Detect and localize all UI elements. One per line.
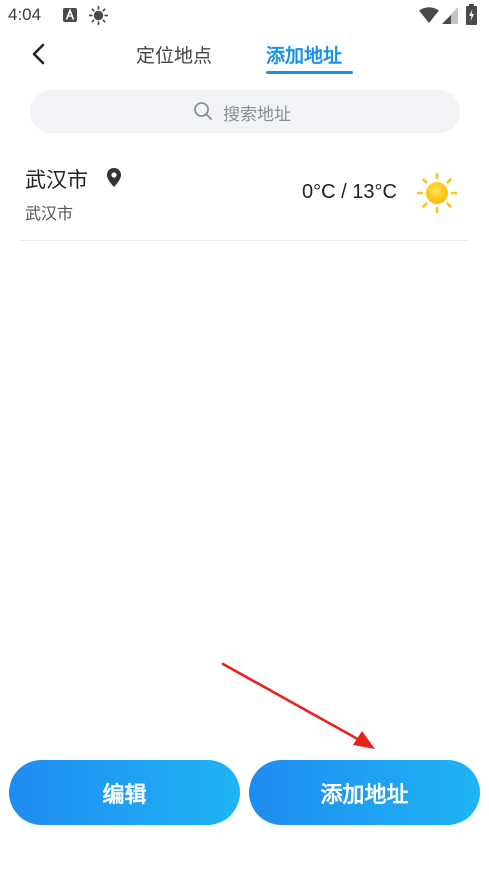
add-address-button[interactable]: 添加地址 bbox=[249, 760, 480, 825]
active-tab-indicator bbox=[266, 71, 353, 74]
sun-notification-icon bbox=[89, 6, 108, 25]
city-subtitle: 武汉市 bbox=[25, 204, 74, 223]
tab-add-address[interactable]: 添加地址 bbox=[266, 41, 342, 68]
search-input[interactable]: 搜索地址 bbox=[30, 90, 460, 133]
battery-icon bbox=[466, 4, 477, 25]
status-time: 4:04 bbox=[8, 5, 42, 24]
add-address-screen: 4:04 定位地点 添加地址 搜索地址 武汉市 武汉市 0°C / 13°C 编… bbox=[0, 0, 489, 869]
a-notification-icon bbox=[63, 8, 77, 22]
tab-locate-place[interactable]: 定位地点 bbox=[136, 41, 212, 68]
search-icon bbox=[194, 102, 212, 120]
city-name: 武汉市 bbox=[25, 168, 88, 192]
status-bar: 4:04 bbox=[0, 0, 489, 34]
sunny-icon bbox=[416, 172, 458, 214]
temperature-range: 0°C / 13°C bbox=[302, 181, 397, 203]
edit-button[interactable]: 编辑 bbox=[9, 760, 240, 825]
wifi-icon bbox=[419, 7, 439, 23]
search-placeholder: 搜索地址 bbox=[223, 105, 291, 125]
chevron-left-icon bbox=[32, 43, 45, 65]
annotation-arrow-icon bbox=[221, 662, 375, 749]
back-button[interactable] bbox=[24, 38, 56, 70]
city-list-item[interactable]: 武汉市 武汉市 0°C / 13°C bbox=[19, 150, 468, 241]
signal-icon bbox=[442, 7, 458, 24]
location-pin-icon bbox=[107, 168, 121, 187]
